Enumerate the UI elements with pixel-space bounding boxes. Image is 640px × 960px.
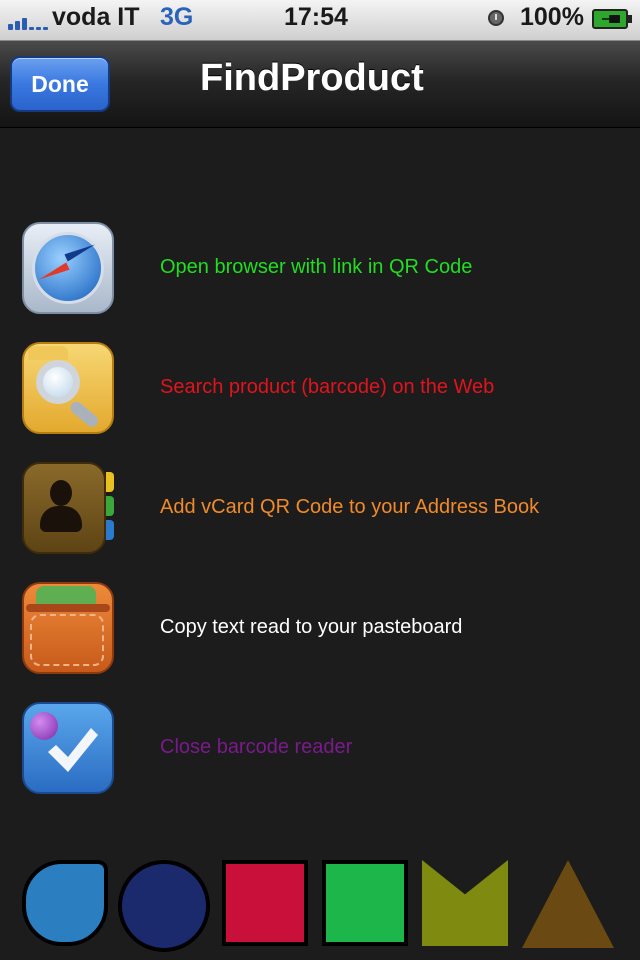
battery-charging-icon	[592, 9, 632, 29]
address-book-icon	[22, 462, 118, 558]
signal-strength-icon	[8, 12, 48, 30]
navigation-bar: Done FindProduct	[0, 41, 640, 128]
logo-m-shape	[422, 860, 508, 946]
wallet-icon	[22, 582, 118, 678]
carrier-name: voda IT	[52, 3, 140, 31]
logo-s-shape	[22, 860, 108, 946]
action-copy-text[interactable]: Copy text read to your pasteboard	[0, 582, 640, 692]
action-add-vcard[interactable]: Add vCard QR Code to your Address Book	[0, 462, 640, 572]
checkmark-icon	[22, 702, 118, 798]
brand-logo	[0, 848, 640, 960]
action-label: Add vCard QR Code to your Address Book	[160, 496, 540, 518]
logo-o-shape	[118, 860, 210, 952]
logo-n-shape	[222, 860, 308, 946]
orientation-lock-icon	[488, 10, 504, 26]
page-title: FindProduct	[200, 57, 424, 99]
action-search-web[interactable]: Search product (barcode) on the Web	[0, 342, 640, 452]
done-button[interactable]: Done	[10, 56, 110, 112]
battery-percent: 100%	[520, 3, 584, 31]
status-bar: voda IT 3G 17:54 100%	[0, 0, 640, 41]
action-close-reader[interactable]: Close barcode reader	[0, 702, 640, 812]
status-time: 17:54	[284, 3, 348, 31]
action-label: Copy text read to your pasteboard	[160, 616, 463, 638]
action-label: Open browser with link in QR Code	[160, 256, 473, 278]
network-type: 3G	[160, 3, 194, 31]
logo-triangle-shape	[522, 860, 614, 948]
action-label: Close barcode reader	[160, 736, 353, 758]
search-folder-icon	[22, 342, 118, 438]
action-label: Search product (barcode) on the Web	[160, 376, 495, 398]
compass-icon	[22, 222, 118, 318]
action-open-browser[interactable]: Open browser with link in QR Code	[0, 222, 640, 332]
logo-e-shape	[322, 860, 408, 946]
